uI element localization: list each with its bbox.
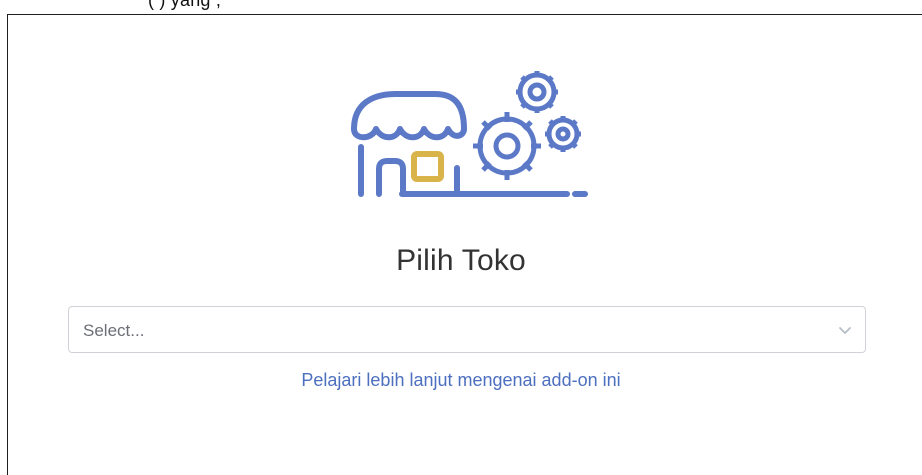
window-icon bbox=[411, 151, 444, 182]
gears-icon bbox=[473, 71, 581, 180]
chevron-down-icon[interactable] bbox=[837, 322, 853, 338]
learn-more-link[interactable]: Pelajari lebih lanjut mengenai add-on in… bbox=[0, 370, 922, 391]
page-root: ( ) yang , Pilih Toko Select... Pelajari… bbox=[0, 0, 922, 475]
clipped-header-label: ( ) yang , bbox=[148, 0, 222, 10]
store-illustration bbox=[351, 71, 588, 197]
store-select[interactable]: Select... bbox=[68, 306, 866, 353]
store-select-placeholder: Select... bbox=[83, 321, 145, 340]
page-title: Pilih Toko bbox=[396, 244, 526, 277]
